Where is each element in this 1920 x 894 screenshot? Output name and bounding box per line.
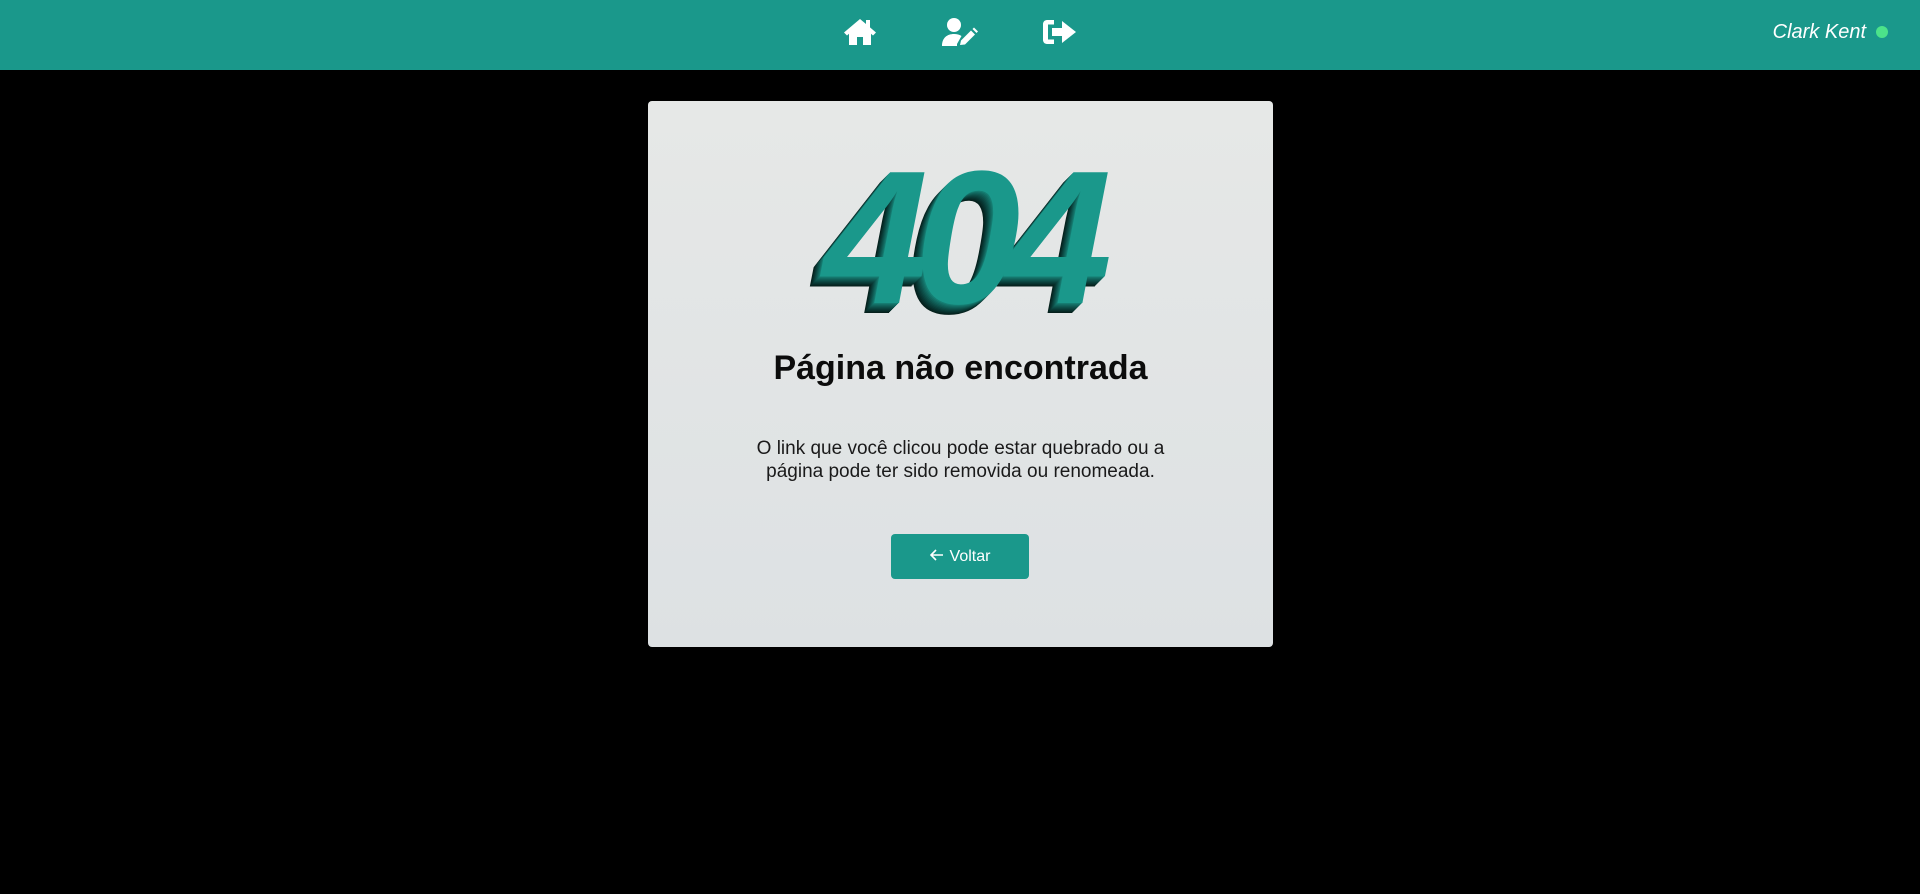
online-status-dot bbox=[1876, 26, 1888, 38]
error-message-line-1: O link que você clicou pode estar quebra… bbox=[756, 438, 1165, 459]
top-navbar: Clark Kent bbox=[0, 0, 1920, 70]
home-button[interactable] bbox=[840, 15, 880, 49]
error-message-line-2: página pode ter sido removida ou renomea… bbox=[766, 461, 1155, 482]
home-icon bbox=[844, 19, 876, 45]
user-edit-icon bbox=[942, 18, 978, 46]
error-card: 404 Página não encontrada O link que voc… bbox=[648, 101, 1273, 647]
back-button[interactable]: Voltar bbox=[891, 534, 1029, 579]
arrow-left-icon bbox=[929, 548, 944, 565]
edit-profile-button[interactable] bbox=[940, 15, 980, 49]
error-code: 404 bbox=[822, 132, 1112, 344]
error-message: O link que você clicou pode estar quebra… bbox=[728, 437, 1193, 483]
user-info: Clark Kent bbox=[1773, 20, 1888, 44]
back-button-label: Voltar bbox=[949, 547, 991, 565]
logout-icon bbox=[1043, 20, 1076, 44]
nav-icons bbox=[0, 0, 1920, 70]
page-title: Página não encontrada bbox=[773, 349, 1148, 387]
logout-button[interactable] bbox=[1040, 15, 1080, 49]
user-name: Clark Kent bbox=[1772, 20, 1866, 43]
